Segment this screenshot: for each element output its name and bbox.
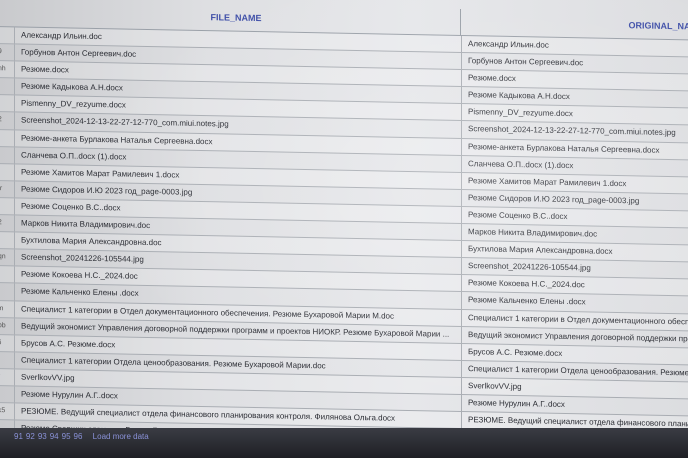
page-number-link[interactable]: 91 <box>14 432 23 441</box>
row-id-cell: k6 <box>0 335 14 352</box>
row-id-cell <box>0 352 14 369</box>
row-id-cell <box>0 198 14 215</box>
pager: 91 92 93 94 95 96 Load more data <box>14 432 154 441</box>
row-id-cell: a <box>0 283 14 300</box>
files-table: FILE_NAME ORIGINAL_NAM Александр Ильин.d… <box>0 0 688 458</box>
page-number-link[interactable]: 95 <box>62 432 71 441</box>
load-more-link[interactable]: Load more data <box>93 432 149 441</box>
page-numbers: 91 92 93 94 95 96 <box>14 432 85 441</box>
header-id-cell <box>0 0 12 26</box>
row-id-cell: gpb <box>0 321 6 329</box>
row-id-cell <box>0 78 14 95</box>
row-id-cell: a2 <box>0 215 14 232</box>
row-id-cell: rh <box>0 386 14 403</box>
row-id-cell: mr <box>0 184 3 193</box>
row-id-cell: 82 <box>0 112 14 129</box>
row-id-cell <box>0 266 14 283</box>
row-id-cell <box>0 147 14 164</box>
screen: FILE_NAME ORIGINAL_NAM Александр Ильин.d… <box>0 0 688 458</box>
row-id-cell: nr <box>0 369 14 386</box>
row-id-cell: 5qn <box>0 253 6 261</box>
row-id-cell: b <box>0 232 14 249</box>
row-id-cell: km <box>0 304 4 312</box>
page-number-link[interactable]: 96 <box>74 432 83 441</box>
page-number-link[interactable]: 94 <box>50 432 59 441</box>
table-body: Александр Ильин.docАлександр Ильин.docd9… <box>0 27 688 458</box>
page-number-link[interactable]: 93 <box>38 432 47 441</box>
page-number-link[interactable]: 92 <box>26 432 35 441</box>
row-id-cell <box>0 130 14 147</box>
row-id-cell: 7k5 <box>0 407 6 415</box>
row-id-cell <box>0 27 14 44</box>
row-id-cell: d9 <box>0 44 14 61</box>
row-id-cell <box>0 164 14 181</box>
header-original-name[interactable]: ORIGINAL_NAM <box>461 9 688 40</box>
row-id-cell <box>0 95 14 112</box>
row-id-cell: fmh <box>0 65 6 73</box>
